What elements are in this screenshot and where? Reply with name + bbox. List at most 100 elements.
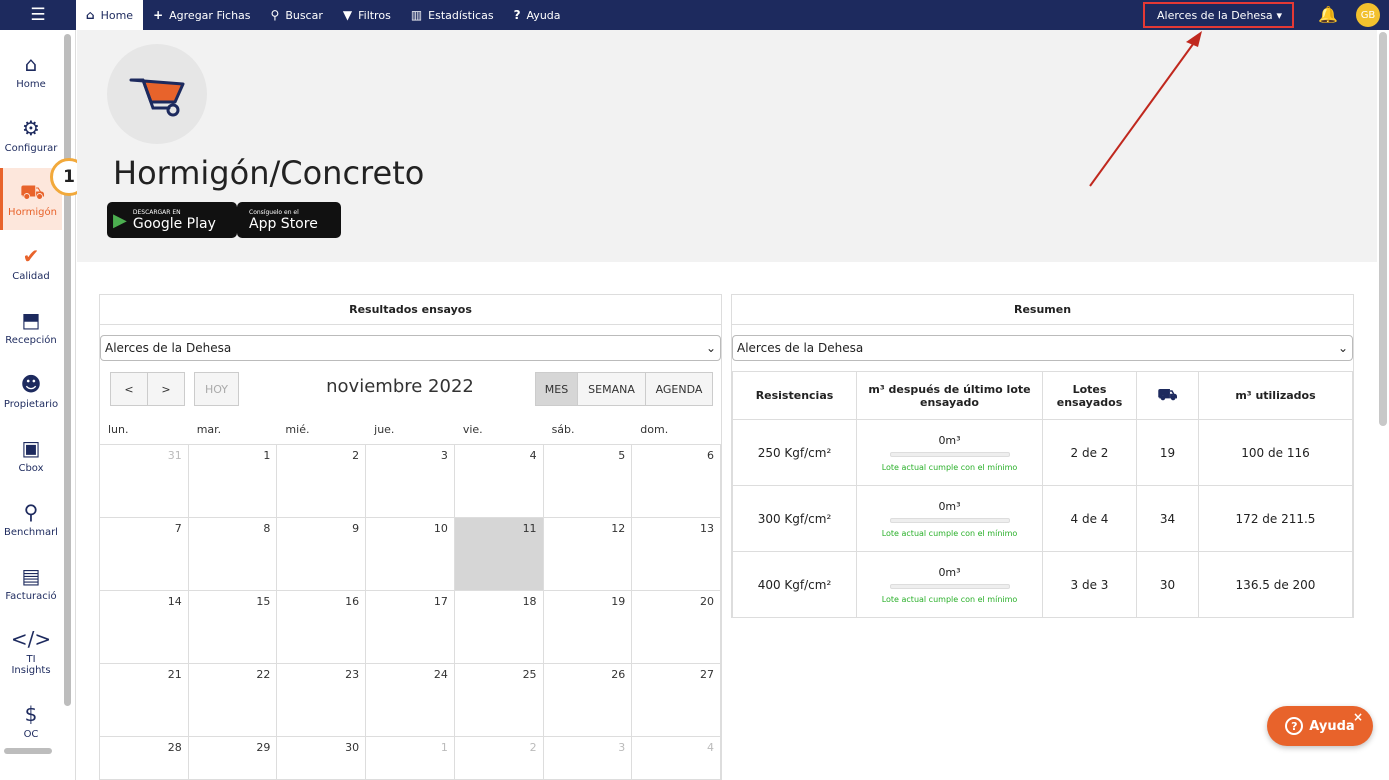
- lots-cell: 2 de 2: [1042, 419, 1137, 486]
- calendar-day-today[interactable]: 11: [454, 518, 544, 591]
- sidebar-item-ti-insights[interactable]: </> TI Insights: [0, 620, 62, 684]
- sidebar-item-propietario[interactable]: ☻ Propietario: [0, 360, 62, 422]
- progress-bar: [889, 451, 1010, 457]
- calendar-day[interactable]: 7: [100, 518, 189, 591]
- calendar-panel: Resultados ensayos Alerces de la Dehesa …: [99, 294, 722, 780]
- column-header: m³ después de último lote ensayado: [856, 371, 1043, 420]
- calendar-day[interactable]: 31: [100, 445, 189, 518]
- today-button[interactable]: HOY: [194, 372, 239, 406]
- sidebar-item-cbox[interactable]: ▣ Cbox: [0, 424, 62, 486]
- m3-after-cell: 0m³ Lote actual cumple con el mínimo: [856, 485, 1043, 552]
- table-row: 400 Kgf/cm² 0m³ Lote actual cumple con el …: [732, 551, 1353, 618]
- nav-estadisticas[interactable]: ▥ Estadísticas: [401, 0, 504, 30]
- calendar-day[interactable]: 3: [544, 737, 633, 780]
- view-agenda-button[interactable]: AGENDA: [645, 372, 713, 406]
- nav-ayuda[interactable]: ? Ayuda: [504, 0, 571, 30]
- bell-icon[interactable]: 🔔: [1318, 5, 1338, 24]
- view-month-button[interactable]: MES: [535, 372, 578, 406]
- calendar-day[interactable]: 29: [189, 737, 278, 780]
- status-message: Lote actual cumple con el mínimo: [881, 528, 1018, 538]
- sidebar-item-home[interactable]: ⌂ Home: [0, 40, 62, 102]
- calendar-day[interactable]: 17: [366, 591, 455, 664]
- calendar-day[interactable]: 16: [277, 591, 367, 664]
- calendar-day[interactable]: 12: [543, 518, 633, 591]
- sidebar-item-facturacion[interactable]: ▤ Facturació: [0, 552, 62, 614]
- main-scrollbar[interactable]: [1379, 32, 1387, 426]
- m3-after-cell: 0m³ Lote actual cumple con el mínimo: [856, 551, 1043, 618]
- nav-buscar[interactable]: ⚲ Buscar: [261, 0, 333, 30]
- calendar-day[interactable]: 22: [188, 664, 278, 737]
- reception-icon: ⬒: [21, 307, 41, 332]
- resistance-cell: 300 Kgf/cm²: [732, 485, 857, 552]
- benchmark-icon: ⚲: [23, 499, 39, 524]
- dollar-icon: $: [24, 701, 38, 726]
- project-select[interactable]: Alerces de la Dehesa ▾: [1143, 2, 1294, 28]
- nav-filtros[interactable]: ▼ Filtros: [333, 0, 401, 30]
- summary-table: Resistencias m³ después de último lote e…: [732, 371, 1353, 618]
- avatar[interactable]: GB: [1356, 3, 1380, 27]
- calendar-day[interactable]: 6: [632, 445, 721, 518]
- weekday: lun.: [108, 423, 129, 436]
- calendar-day[interactable]: 4: [454, 445, 544, 518]
- chevron-down-icon: ⌄: [1337, 341, 1348, 355]
- code-icon: </>: [10, 627, 52, 651]
- help-close-icon[interactable]: ×: [1353, 710, 1363, 724]
- calendar-day[interactable]: 21: [100, 664, 189, 737]
- calendar-day[interactable]: 8: [188, 518, 278, 591]
- sidebar-item-recepcion[interactable]: ⬒ Recepción: [0, 296, 62, 358]
- calendar-day[interactable]: 19: [543, 591, 633, 664]
- sidebar-item-calidad[interactable]: ✔ Calidad: [0, 232, 62, 294]
- module-header: Hormigón/Concreto ▶ DESCARGAR EN Google P…: [77, 30, 1377, 262]
- panel-title: Resumen: [732, 295, 1353, 325]
- page-title: Hormigón/Concreto: [113, 154, 425, 192]
- column-header: ⛟: [1136, 371, 1199, 420]
- calendar-toolbar: < > HOY noviembre 2022 MES SEMANA AGENDA: [110, 372, 713, 406]
- sidebar-horizontal-scrollbar[interactable]: [4, 748, 52, 754]
- m3-used-cell: 136.5 de 200: [1198, 551, 1353, 618]
- prev-month-button[interactable]: <: [110, 372, 148, 406]
- calendar-day[interactable]: 5: [543, 445, 633, 518]
- next-month-button[interactable]: >: [147, 372, 185, 406]
- hamburger-menu-icon[interactable]: ☰: [0, 0, 76, 30]
- calendar-day[interactable]: 24: [366, 664, 455, 737]
- nav-home[interactable]: ⌂ Home: [76, 0, 144, 30]
- calendar-day[interactable]: 28: [100, 737, 189, 780]
- calendar-day[interactable]: 26: [543, 664, 633, 737]
- calendar-day[interactable]: 1: [366, 737, 455, 780]
- home-icon: ⌂: [24, 51, 38, 76]
- calendar-day[interactable]: 2: [455, 737, 544, 780]
- sidebar-item-benchmark[interactable]: ⚲ Benchmarl: [0, 488, 62, 550]
- weekday: sáb.: [551, 423, 575, 436]
- calendar-day[interactable]: 1: [188, 445, 278, 518]
- calendar-day[interactable]: 9: [277, 518, 367, 591]
- app-store-button[interactable]: Consíguelo en el App Store: [237, 202, 341, 238]
- m3-used-cell: 172 de 211.5: [1198, 485, 1353, 552]
- calendar-day[interactable]: 2: [277, 445, 367, 518]
- calendar-grid: 31 1 2 3 4 5 6 7 8 9 10 11 12 13 14 15 16 17 18 19 20 21 22 23 2…: [100, 445, 721, 780]
- summary-project-select[interactable]: Alerces de la Dehesa ⌄: [732, 335, 1353, 361]
- google-play-button[interactable]: ▶ DESCARGAR EN Google Play: [107, 202, 237, 238]
- status-message: Lote actual cumple con el mínimo: [881, 594, 1018, 604]
- calendar-day[interactable]: 3: [366, 445, 455, 518]
- calendar-day[interactable]: 30: [277, 737, 367, 780]
- calendar-day[interactable]: 18: [454, 591, 544, 664]
- weekday: vie.: [462, 423, 483, 436]
- question-icon: ?: [1285, 717, 1304, 735]
- calendar-day[interactable]: 23: [277, 664, 367, 737]
- calendar-project-select[interactable]: Alerces de la Dehesa ⌄: [100, 335, 721, 361]
- calendar-day[interactable]: 27: [632, 664, 721, 737]
- calendar-day[interactable]: 4: [632, 737, 721, 780]
- calendar-day[interactable]: 10: [366, 518, 455, 591]
- calendar-day[interactable]: 25: [454, 664, 544, 737]
- calendar-day[interactable]: 14: [100, 591, 189, 664]
- calendar-day[interactable]: 15: [188, 591, 278, 664]
- sidebar-item-configurar[interactable]: ⚙ Configurar: [0, 104, 62, 166]
- view-week-button[interactable]: SEMANA: [577, 372, 646, 406]
- table-row: 300 Kgf/cm² 0m³ Lote actual cumple con el …: [732, 485, 1353, 552]
- nav-agregar-fichas[interactable]: + Agregar Fichas: [143, 0, 260, 30]
- sidebar-item-oc[interactable]: $ OC: [0, 690, 62, 752]
- calendar-day[interactable]: 20: [632, 591, 721, 664]
- weekday: jue.: [374, 423, 395, 436]
- calendar-day[interactable]: 13: [632, 518, 721, 591]
- sidebar-scrollbar[interactable]: [64, 34, 71, 706]
